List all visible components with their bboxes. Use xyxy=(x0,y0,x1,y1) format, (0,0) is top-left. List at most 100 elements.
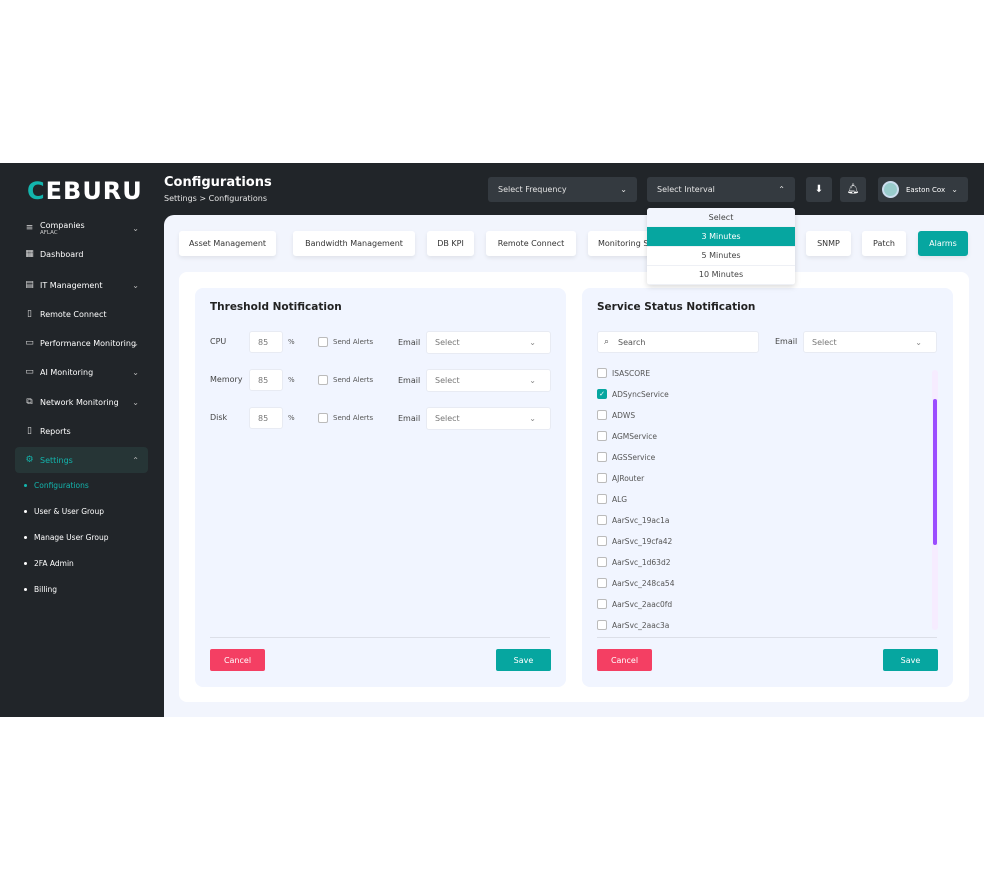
tab-remote-connect[interactable]: Remote Connect xyxy=(486,231,576,256)
memory-email-select[interactable]: Select ⌄ xyxy=(426,369,551,392)
checkbox[interactable] xyxy=(597,620,607,630)
checkbox[interactable] xyxy=(597,368,607,378)
cpu-email-select[interactable]: Select ⌄ xyxy=(426,331,551,354)
interval-option[interactable]: 5 Minutes xyxy=(647,247,795,266)
frequency-select-label: Select Frequency xyxy=(498,185,567,194)
avatar xyxy=(882,181,899,198)
company-value: AFLAC xyxy=(40,229,58,236)
email-label: Email xyxy=(775,337,798,346)
service-status-panel: Service Status Notification ⌕ Search Ema… xyxy=(582,288,953,687)
service-list-item[interactable]: AarSvc_19ac1a xyxy=(597,515,670,525)
submenu-item[interactable]: Manage User Group xyxy=(24,533,109,542)
send-alerts-label: Send Alerts xyxy=(333,376,374,384)
service-list-item[interactable]: AarSvc_19cfa42 xyxy=(597,536,672,546)
sidebar-item-dashboard[interactable]: ▦ Dashboard xyxy=(15,241,148,267)
sidebar-item-reports[interactable]: ▯ Reports xyxy=(15,418,148,444)
sidebar-item-label: IT Management xyxy=(40,280,103,290)
tab-snmp[interactable]: SNMP xyxy=(806,231,851,256)
cancel-button[interactable]: Cancel xyxy=(210,649,265,671)
interval-select[interactable]: Select Interval ⌃ xyxy=(647,177,795,202)
service-list-item[interactable]: AarSvc_2aac3a xyxy=(597,620,669,630)
service-name: AarSvc_19ac1a xyxy=(612,515,670,525)
tab-patch[interactable]: Patch xyxy=(862,231,906,256)
interval-option[interactable]: Select xyxy=(647,208,795,228)
sidebar-item-settings[interactable]: ⚙ Settings ⌃ xyxy=(15,447,148,473)
submenu-label: Configurations xyxy=(34,481,89,490)
tab-bandwidth-management[interactable]: Bandwidth Management xyxy=(293,231,415,256)
user-menu[interactable]: Easton Cox ⌄ xyxy=(878,177,968,202)
service-list-item[interactable]: AJRouter xyxy=(597,473,644,483)
checkbox[interactable] xyxy=(597,536,607,546)
chevron-up-icon: ⌃ xyxy=(778,185,785,194)
email-select-value: Select xyxy=(812,337,837,347)
service-list-item[interactable]: ADWS xyxy=(597,410,635,420)
save-button[interactable]: Save xyxy=(883,649,938,671)
sidebar-item-performance-monitoring[interactable]: ▭ Performance Monitoring ⌄ xyxy=(15,330,148,356)
search-input[interactable]: ⌕ Search xyxy=(597,331,759,353)
submenu-item[interactable]: User & User Group xyxy=(24,507,104,516)
memory-threshold-input[interactable]: 85 xyxy=(249,369,283,391)
download-icon: ⬇ xyxy=(814,184,824,195)
submenu-item[interactable]: Configurations xyxy=(24,481,89,490)
submenu-item[interactable]: Billing xyxy=(24,585,57,594)
checkbox[interactable] xyxy=(597,431,607,441)
send-alerts-label: Send Alerts xyxy=(333,338,374,346)
cancel-button[interactable]: Cancel xyxy=(597,649,652,671)
service-name: AarSvc_19cfa42 xyxy=(612,536,673,546)
scrollbar[interactable] xyxy=(932,370,938,630)
submenu-item[interactable]: 2FA Admin xyxy=(24,559,74,568)
service-list-item[interactable]: ISASCORE xyxy=(597,368,650,378)
frequency-select[interactable]: Select Frequency ⌄ xyxy=(488,177,637,202)
checkbox[interactable] xyxy=(597,578,607,588)
notifications-button[interactable]: 🔔︎ xyxy=(840,177,866,202)
checkbox[interactable] xyxy=(597,473,607,483)
service-list-item[interactable]: ALG xyxy=(597,494,627,504)
download-button[interactable]: ⬇ xyxy=(806,177,832,202)
sidebar-item-it-management[interactable]: ▤ IT Management ⌄ xyxy=(15,272,148,298)
sidebar-item-label: Remote Connect xyxy=(40,309,107,319)
send-alerts-checkbox[interactable] xyxy=(318,375,328,385)
save-button[interactable]: Save xyxy=(496,649,551,671)
service-list-item[interactable]: AarSvc_1d63d2 xyxy=(597,557,671,567)
disk-threshold-input[interactable]: 85 xyxy=(249,407,283,429)
checkbox[interactable] xyxy=(597,410,607,420)
chevron-down-icon: ⌄ xyxy=(132,280,139,290)
chevron-down-icon: ⌄ xyxy=(529,414,536,423)
service-list-item[interactable]: AarSvc_2aac0fd xyxy=(597,599,672,609)
checkbox-checked[interactable]: ✓ xyxy=(597,389,607,399)
cpu-threshold-input[interactable]: 85 xyxy=(249,331,283,353)
interval-option[interactable]: 3 Minutes xyxy=(647,227,795,247)
service-name: ALG xyxy=(612,494,628,504)
sidebar-item-network-monitoring[interactable]: ⧉ Network Monitoring ⌄ xyxy=(15,389,148,415)
disk-email-select[interactable]: Select ⌄ xyxy=(426,407,551,430)
service-list-item[interactable]: AGSService xyxy=(597,452,655,462)
breadcrumb[interactable]: Settings > Configurations xyxy=(164,194,267,203)
sidebar-item-remote-connect[interactable]: ▯ Remote Connect xyxy=(15,301,148,327)
email-select-value: Select xyxy=(435,376,460,385)
chevron-down-icon: ⌄ xyxy=(951,185,958,194)
email-select[interactable]: Select ⌄ xyxy=(803,331,937,353)
checkbox[interactable] xyxy=(597,557,607,567)
tab-alarms[interactable]: Alarms xyxy=(918,231,968,256)
service-name: ISASCORE xyxy=(612,368,651,378)
app-window: CEBURU ≡ Companies AFLAC ⌄ ▦ Dashboard ▤ IT… xyxy=(0,163,984,717)
service-list-item[interactable]: AGMService xyxy=(597,431,657,441)
send-alerts-checkbox[interactable] xyxy=(318,337,328,347)
service-list-item[interactable]: AarSvc_248ca54 xyxy=(597,578,674,588)
interval-option[interactable]: 10 Minutes xyxy=(647,266,795,285)
scrollbar-thumb[interactable] xyxy=(933,399,937,545)
ai-monitoring-icon: ▭ xyxy=(25,366,34,377)
tab-db-kpi[interactable]: DB KPI xyxy=(427,231,474,256)
checkbox[interactable] xyxy=(597,494,607,504)
chevron-down-icon: ⌄ xyxy=(915,337,922,347)
companies-selector[interactable]: ≡ Companies AFLAC ⌄ xyxy=(15,213,148,243)
checkbox[interactable] xyxy=(597,452,607,462)
checkbox[interactable] xyxy=(597,515,607,525)
submenu-label: 2FA Admin xyxy=(34,559,74,568)
send-alerts-checkbox[interactable] xyxy=(318,413,328,423)
checkbox[interactable] xyxy=(597,599,607,609)
tab-asset-management[interactable]: Asset Management xyxy=(179,231,276,256)
user-name: Easton Cox xyxy=(906,185,946,194)
service-list-item[interactable]: ✓ ADSyncService xyxy=(597,389,669,399)
sidebar-item-ai-monitoring[interactable]: ▭ AI Monitoring ⌄ xyxy=(15,359,148,385)
